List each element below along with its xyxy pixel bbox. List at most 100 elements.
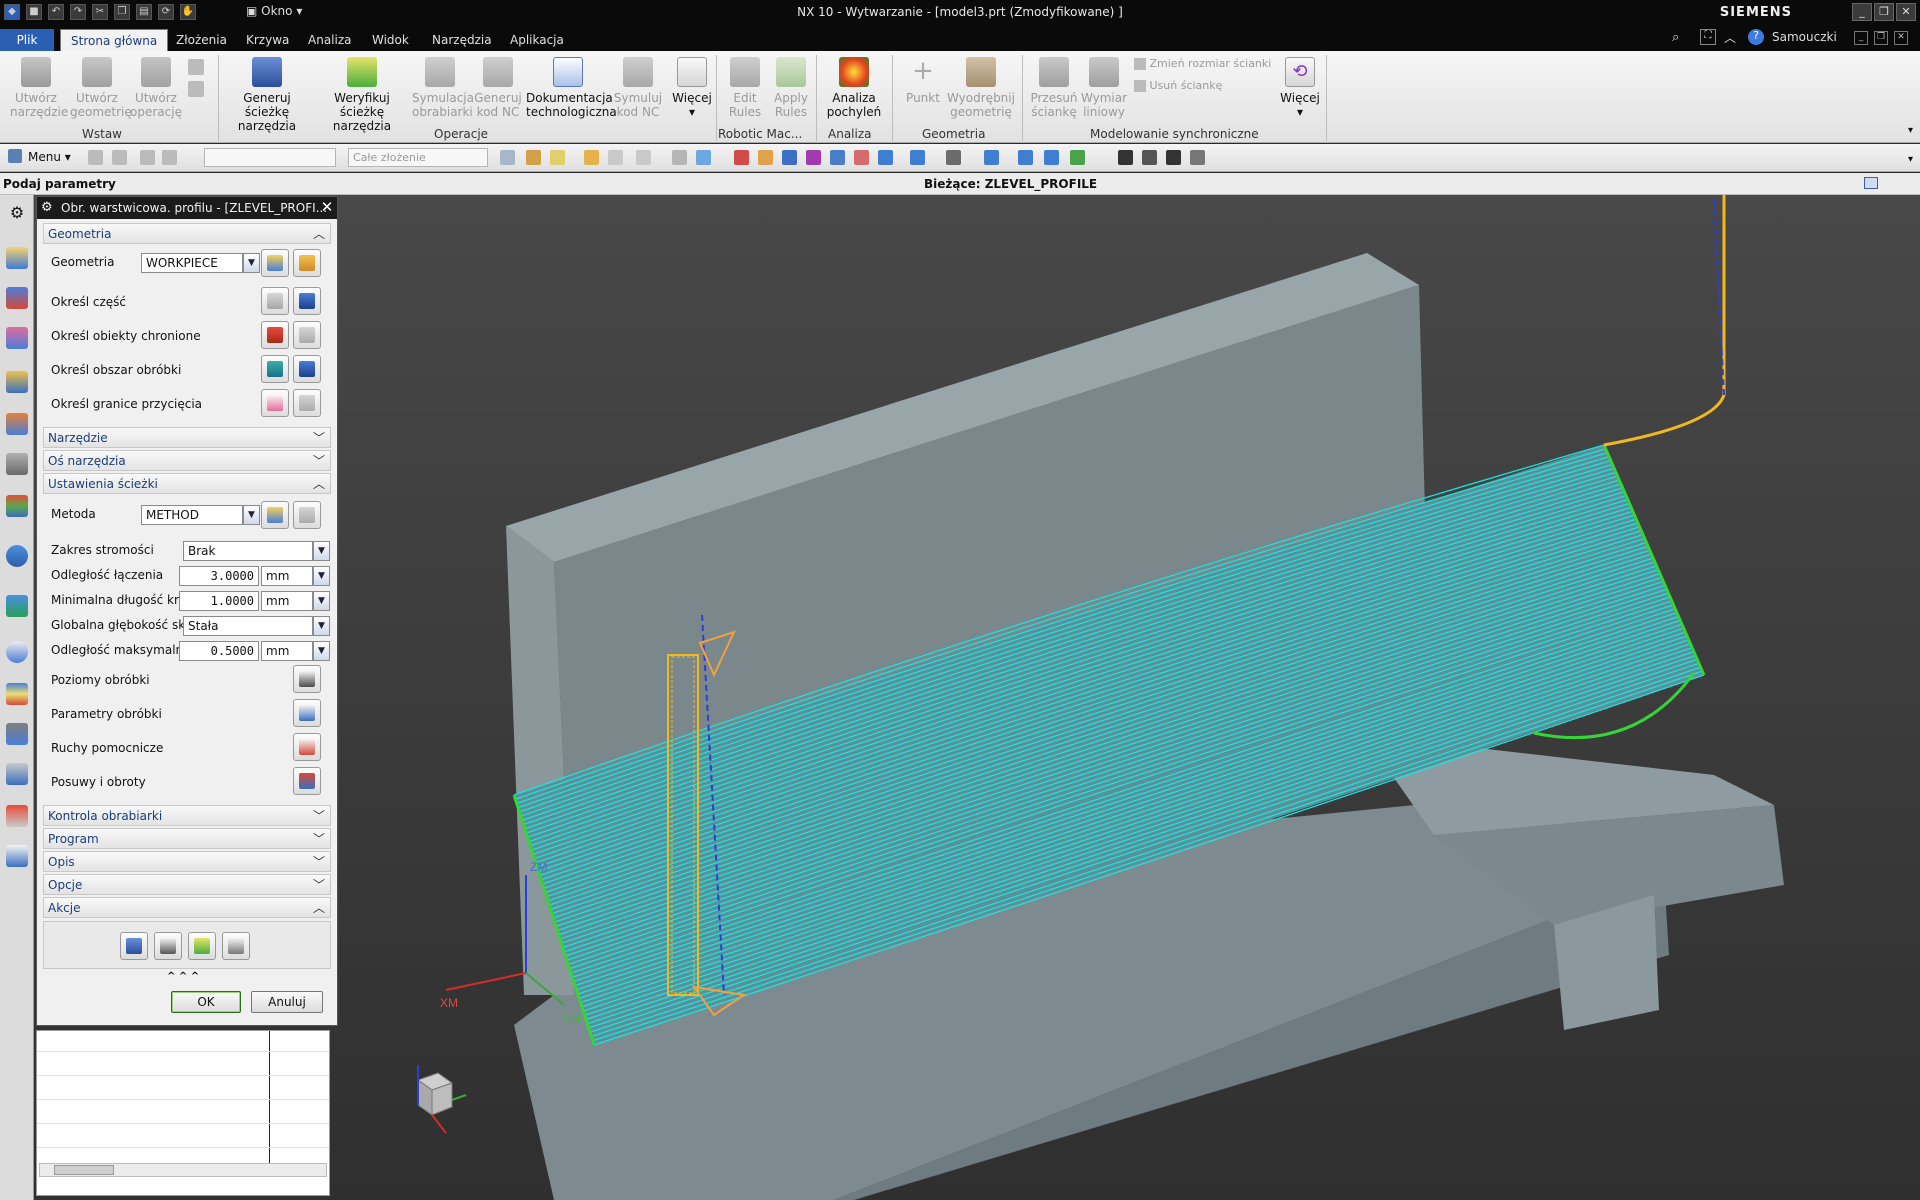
fullscreen-icon[interactable]: ⛶ [1700, 29, 1716, 45]
cutting-parameters-button[interactable] [293, 699, 321, 727]
dialog-settings-icon[interactable]: ⚙ [41, 200, 53, 215]
specify-trim-button[interactable] [261, 389, 289, 417]
collapse-ribbon-icon[interactable]: ︿ [1724, 29, 1736, 46]
display-trim-button[interactable] [293, 389, 321, 417]
tutorials-link[interactable]: Samouczki [1772, 30, 1837, 44]
steep-range-select[interactable]: Brak [183, 541, 313, 561]
global-depth-select[interactable]: Stała [183, 616, 313, 636]
layer-icon[interactable] [1044, 150, 1059, 165]
section-machine-control[interactable]: Kontrola obrabiarki ﹀ [43, 805, 331, 826]
extract-geometry-button[interactable]: Wyodrębnij geometrię [946, 57, 1016, 119]
face-select-icon[interactable] [672, 150, 687, 165]
verify-action-button[interactable] [188, 932, 216, 960]
ok-button[interactable]: OK [171, 991, 241, 1013]
section-view-icon[interactable] [984, 150, 999, 165]
scrollbar-thumb[interactable] [54, 1165, 114, 1175]
delete-face-button[interactable]: Usuń ściankę [1134, 79, 1222, 92]
apply-rules-button[interactable]: Apply Rules [768, 57, 814, 119]
toolpath-list-icon[interactable] [1142, 150, 1157, 165]
max-distance-unit[interactable]: mm [261, 641, 313, 661]
generate-nc-code-button[interactable]: Generuj kod NC [472, 57, 524, 119]
tab-file[interactable]: Plik [0, 29, 54, 51]
generate-toolpath-button[interactable]: Generuj ścieżkę narzędzia [224, 57, 310, 133]
replay-action-button[interactable] [154, 932, 182, 960]
refresh-icon[interactable] [878, 150, 893, 165]
horizontal-scrollbar[interactable] [39, 1163, 327, 1177]
snap-icon[interactable] [500, 150, 515, 165]
minimize-button[interactable]: _ [1852, 3, 1872, 21]
cut-levels-button[interactable] [293, 665, 321, 693]
non-cutting-moves-button[interactable] [293, 733, 321, 761]
fit-icon[interactable] [734, 150, 749, 165]
zoom-window-icon[interactable] [830, 150, 845, 165]
geometry-dropdown-arrow[interactable]: ▼ [243, 253, 260, 273]
simulate-nc-code-button[interactable]: Symuluj kod NC [612, 57, 664, 119]
process-studio-icon[interactable] [6, 723, 28, 745]
maximize-button[interactable]: ❐ [1874, 3, 1894, 21]
section-program[interactable]: Program ﹀ [43, 828, 331, 849]
doc-close-button[interactable]: ✕ [1894, 31, 1908, 45]
type-filter-combo[interactable] [204, 148, 336, 167]
specify-check-button[interactable] [261, 321, 289, 349]
machining-feature-navigator-icon[interactable] [6, 453, 28, 475]
toolpath-display-icon[interactable] [1118, 150, 1133, 165]
cancel-button[interactable]: Anuluj [251, 991, 323, 1013]
select-group-icon[interactable] [112, 150, 127, 165]
geometry-select[interactable]: WORKPIECE [141, 253, 243, 273]
max-distance-unit-dropdown-arrow[interactable]: ▼ [313, 641, 330, 661]
selection-filter-icon[interactable] [88, 150, 103, 165]
wcs-icon[interactable] [1070, 150, 1085, 165]
selection-scope-combo[interactable]: Całe złożenie [348, 148, 488, 167]
select-point-icon[interactable] [550, 150, 565, 165]
tab-view[interactable]: Widok [362, 29, 419, 51]
toolbar-options-icon[interactable]: ▾ [1908, 154, 1913, 165]
tab-application[interactable]: Aplikacja [500, 29, 574, 51]
web-browser-icon[interactable] [6, 595, 28, 617]
doc-minimize-button[interactable]: _ [1854, 31, 1868, 45]
min-length-unit-dropdown-arrow[interactable]: ▼ [313, 591, 330, 611]
view-triad-icon[interactable] [416, 1065, 467, 1134]
pan-icon[interactable] [782, 150, 797, 165]
machine-code-icon[interactable] [1166, 150, 1181, 165]
render-style-icon[interactable] [946, 150, 961, 165]
generate-action-button[interactable] [120, 932, 148, 960]
resize-face-button[interactable]: Zmień rozmiar ścianki [1134, 57, 1271, 70]
max-distance-input[interactable]: 0.5000 [179, 641, 259, 661]
global-depth-dropdown-arrow[interactable]: ▼ [313, 616, 330, 636]
help-icon[interactable]: ? [1748, 29, 1764, 45]
center-point-icon[interactable] [636, 150, 651, 165]
select-body-icon[interactable] [162, 150, 177, 165]
tab-analysis[interactable]: Analiza [298, 29, 362, 51]
clear-display-icon[interactable] [1190, 150, 1205, 165]
tab-tools[interactable]: Narzędzia [422, 29, 502, 51]
machine-view-icon[interactable] [188, 81, 204, 97]
doc-restore-button[interactable]: ❐ [1874, 31, 1888, 45]
create-tool-button[interactable]: Utwórz narzędzie [10, 57, 68, 119]
program-order-icon[interactable] [188, 59, 204, 75]
rotate-icon[interactable] [806, 150, 821, 165]
ribbon-options-icon[interactable]: ▾ [1908, 125, 1913, 136]
hd3d-tools-icon[interactable] [6, 545, 28, 567]
method-select[interactable]: METHOD [141, 505, 243, 525]
linear-dimension-button[interactable]: Wymiar liniowy [1078, 57, 1130, 119]
create-geometry-button[interactable]: Utwórz geometrię [70, 57, 132, 119]
system-scene-icon[interactable] [6, 845, 28, 867]
dialog-close-button[interactable]: ✕ [317, 197, 337, 219]
search-icon[interactable]: ⌕ [1672, 30, 1679, 45]
reuse-library-icon[interactable] [6, 495, 28, 517]
new-method-button[interactable] [261, 501, 289, 529]
section-tool-axis[interactable]: Oś narzędzia ﹀ [43, 450, 331, 471]
tab-assemblies[interactable]: Złożenia [166, 29, 237, 51]
more-sync-button[interactable]: ⟲ Więcej ▾ [1278, 57, 1322, 119]
section-path-settings[interactable]: Ustawienia ścieżki ︿ [43, 473, 331, 494]
part-navigator-icon[interactable] [6, 327, 28, 349]
merge-distance-input[interactable]: 3.0000 [179, 566, 259, 586]
verify-toolpath-button[interactable]: Weryfikuj ścieżkę narzędzia [314, 57, 410, 133]
resource-settings-icon[interactable]: ⚙ [6, 203, 28, 225]
close-window-button[interactable]: ✕ [1896, 3, 1916, 21]
manufacturing-wizard-icon[interactable] [6, 763, 28, 785]
draft-analysis-button[interactable]: Analiza pochyleń [822, 57, 886, 119]
display-cut-area-button[interactable] [293, 355, 321, 383]
steep-range-dropdown-arrow[interactable]: ▼ [313, 541, 330, 561]
move-face-button[interactable]: Przesuń ściankę [1028, 57, 1080, 119]
